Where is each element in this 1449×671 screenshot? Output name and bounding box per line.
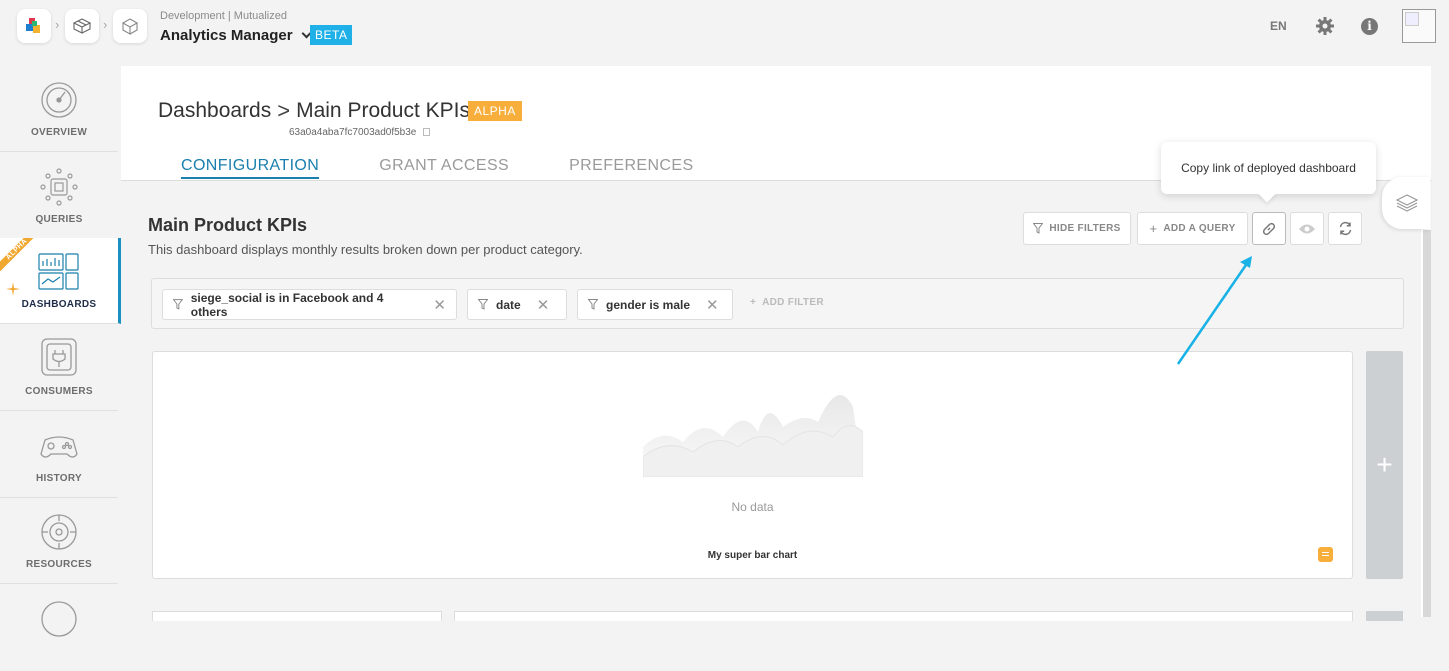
sidebar-item-label: OVERVIEW [30, 127, 88, 138]
sidebar-item-label: QUERIES [35, 214, 83, 225]
add-filter-label: ADD FILTER [762, 297, 824, 308]
breadcrumb-dashboards-link[interactable]: Dashboards [158, 99, 271, 123]
app-logo-icon[interactable] [17, 9, 51, 43]
breadcrumb: Dashboards > Main Product KPIs [158, 98, 470, 124]
gear-circle-icon [41, 514, 77, 550]
circle-icon [41, 601, 77, 637]
copy-link-button[interactable] [1252, 212, 1286, 245]
tab-configuration[interactable]: CONFIGURATION [181, 157, 320, 179]
no-data-text: No data [731, 500, 774, 514]
chart-card[interactable]: No data My super bar chart [152, 351, 1353, 579]
filter-chip[interactable]: date ✕ [467, 289, 567, 320]
dashboard-id-text: 63a0a4aba7fc7003ad0f5b3e [289, 127, 417, 138]
filter-chip-label: gender is male [606, 297, 691, 312]
add-column-button-partial[interactable] [1366, 611, 1403, 621]
dashboard-title: Main Product KPIs [148, 215, 308, 235]
app-switcher[interactable]: Analytics Manager [160, 27, 311, 44]
chart-card-partial[interactable] [152, 611, 442, 621]
cube-app-icon[interactable] [113, 9, 147, 43]
note-icon[interactable] [1318, 547, 1333, 562]
tab-preferences[interactable]: PREFERENCES [569, 157, 693, 179]
dashboard-id: 63a0a4aba7fc7003ad0f5b3e [289, 127, 431, 138]
page-title: Main Product KPIs [296, 99, 470, 122]
chart-card-partial[interactable] [454, 611, 1353, 621]
tab-grant-access[interactable]: GRANT ACCESS [379, 157, 509, 179]
alpha-ribbon: ALPHA [0, 238, 40, 278]
dashboard-content: Main Product KPIs This dashboard display… [121, 181, 1421, 621]
plus-icon: + [1149, 221, 1158, 236]
filter-chip[interactable]: gender is male ✕ [577, 289, 733, 320]
plug-icon [41, 338, 77, 376]
chip-icon [40, 168, 78, 206]
sidebar-item-label: RESOURCES [25, 559, 93, 570]
add-query-button[interactable]: + ADD A QUERY [1137, 212, 1248, 245]
filter-icon [588, 299, 598, 310]
filter-chip-label: siege_social is in Facebook and 4 others [190, 290, 384, 319]
alpha-badge: ALPHA [468, 101, 522, 121]
filter-icon [478, 299, 488, 310]
layers-icon [1395, 194, 1419, 212]
chart-card-title: My super bar chart [707, 550, 798, 561]
preview-button[interactable] [1290, 212, 1324, 245]
layers-panel-toggle[interactable] [1382, 177, 1430, 229]
gear-icon[interactable] [1315, 16, 1335, 36]
sidebar-item-queries[interactable]: QUERIES [0, 153, 118, 239]
add-column-button[interactable]: + [1366, 351, 1403, 579]
empty-chart-placeholder-icon [643, 395, 863, 477]
breadcrumb-separator-icon: › [103, 17, 108, 32]
tab-bar: CONFIGURATION GRANT ACCESS PREFERENCES [181, 157, 694, 179]
sidebar-item-label: HISTORY [36, 473, 82, 484]
close-icon[interactable]: ✕ [706, 296, 719, 314]
annotation-arrow-icon [1176, 256, 1252, 365]
cube-outline-icon[interactable] [65, 9, 99, 43]
filter-chip-label: date [496, 297, 521, 312]
sidebar-item-more[interactable] [0, 585, 118, 671]
dashboard-description: This dashboard displays monthly results … [148, 242, 583, 257]
hide-filters-button[interactable]: HIDE FILTERS [1023, 212, 1131, 245]
add-filter-button[interactable]: + ADD FILTER [750, 297, 824, 308]
beta-badge: BETA [310, 25, 353, 45]
sidebar-item-history[interactable]: HISTORY [0, 412, 118, 498]
eye-icon [1299, 224, 1315, 233]
sidebar-item-dashboards[interactable]: ALPHA DASHBOARDS [0, 238, 121, 324]
filter-icon [1033, 223, 1044, 234]
filter-chip[interactable]: siege_social is in Facebook and 4 others… [162, 289, 457, 320]
breadcrumb-separator-icon: › [55, 17, 60, 32]
link-icon [1262, 222, 1276, 235]
plus-icon: + [750, 297, 757, 308]
scrollbar[interactable] [1423, 230, 1431, 617]
hide-filters-label: HIDE FILTERS [1049, 223, 1121, 234]
dashboard-icon [38, 253, 79, 290]
speedometer-icon [41, 82, 77, 118]
close-icon[interactable]: ✕ [537, 296, 550, 314]
copy-icon[interactable] [423, 128, 431, 137]
sidebar: OVERVIEW QUERIES ALPHA DASHBOARDS CONSUM… [0, 66, 121, 637]
sidebar-item-consumers[interactable]: CONSUMERS [0, 325, 118, 411]
sparkle-icon [6, 282, 20, 296]
copy-link-tooltip: Copy link of deployed dashboard [1161, 142, 1376, 194]
controller-icon [40, 436, 78, 458]
top-bar: › › Development | Mutualized Analytics M… [0, 0, 1449, 56]
tooltip-text: Copy link of deployed dashboard [1181, 161, 1356, 175]
filter-icon [173, 299, 183, 310]
refresh-icon [1339, 221, 1351, 236]
breadcrumb-separator-icon: > [277, 98, 291, 123]
add-query-label: ADD A QUERY [1163, 223, 1236, 234]
language-selector[interactable]: EN [1270, 19, 1287, 33]
close-icon[interactable]: ✕ [433, 296, 446, 314]
sidebar-item-resources[interactable]: RESOURCES [0, 498, 118, 584]
avatar[interactable] [1402, 9, 1436, 43]
refresh-button[interactable] [1328, 212, 1362, 245]
sidebar-item-label: DASHBOARDS [21, 299, 97, 310]
sidebar-item-label: CONSUMERS [25, 386, 93, 397]
environment-label: Development | Mutualized [160, 10, 287, 22]
sidebar-item-overview[interactable]: OVERVIEW [0, 66, 118, 152]
app-name: Analytics Manager [160, 27, 293, 44]
info-icon[interactable]: i [1361, 18, 1378, 35]
